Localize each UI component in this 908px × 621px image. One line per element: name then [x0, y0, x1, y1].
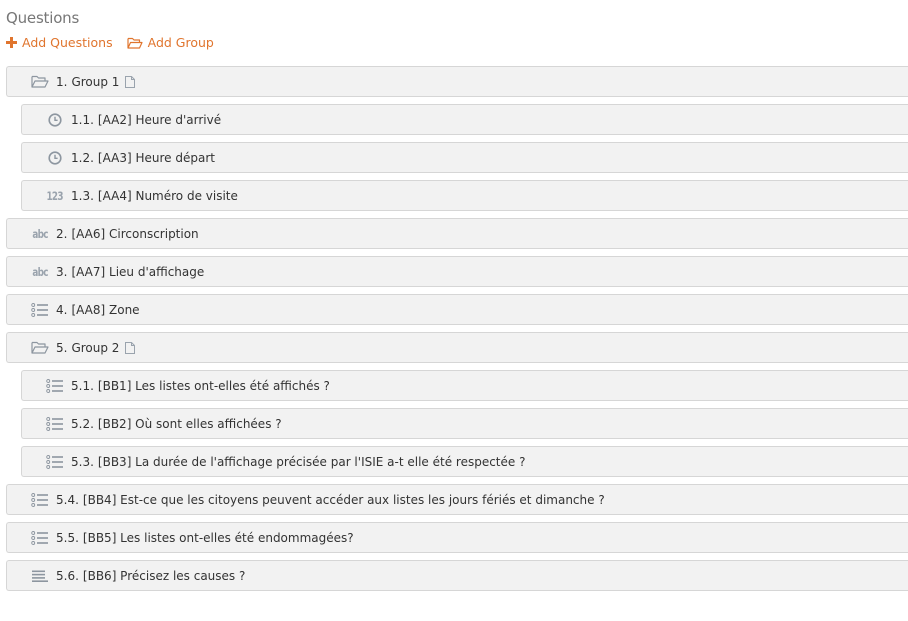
- list-icon: [44, 454, 66, 470]
- document-icon[interactable]: [125, 75, 136, 88]
- question-list: 1. Group 1 1.1. [AA2] Heure d'arrivé 1.2. [AA…: [6, 66, 908, 598]
- question-row[interactable]: 5.5. [BB5] Les listes ont-elles été endom…: [6, 522, 908, 553]
- item-number: 1.1.: [71, 112, 94, 127]
- item-number: 5.4.: [56, 492, 79, 507]
- question-row[interactable]: abc 2. [AA6] Circonscription: [6, 218, 908, 249]
- question-row[interactable]: 5.1. [BB1] Les listes ont-elles été affic…: [21, 370, 908, 401]
- item-number: 1.2.: [71, 150, 94, 165]
- text-icon-text: abc: [32, 264, 48, 279]
- folder-open-icon: [29, 340, 51, 356]
- list-icon: [44, 378, 66, 394]
- question-row[interactable]: 5.2. [BB2] Où sont elles affichées ?: [21, 408, 908, 439]
- question-row[interactable]: 5.6. [BB6] Précisez les causes ?: [6, 560, 908, 591]
- item-number: 5.5.: [56, 530, 79, 545]
- question-row[interactable]: 4. [AA8] Zone: [6, 294, 908, 325]
- text-icon: abc: [29, 264, 51, 280]
- item-label: Group 1: [71, 74, 120, 89]
- add-group-label: Add Group: [147, 35, 214, 50]
- item-number: 1.3.: [71, 188, 94, 203]
- number-icon-text: 123: [46, 188, 64, 203]
- item-label: [AA6] Circonscription: [71, 226, 199, 241]
- question-row[interactable]: 5.3. [BB3] La durée de l'affichage précis…: [21, 446, 908, 477]
- item-number: 4.: [56, 302, 68, 317]
- plus-icon: [6, 37, 17, 48]
- add-questions-button[interactable]: Add Questions: [6, 35, 113, 50]
- item-number: 3.: [56, 264, 68, 279]
- item-number: 5.3.: [71, 454, 94, 469]
- item-label: [BB6] Précisez les causes ?: [82, 568, 246, 583]
- item-number: 5.2.: [71, 416, 94, 431]
- item-number: 5.: [56, 340, 68, 355]
- question-row[interactable]: abc 3. [AA7] Lieu d'affichage: [6, 256, 908, 287]
- page-title: Questions: [6, 9, 80, 27]
- item-number: 1.: [56, 74, 68, 89]
- question-row[interactable]: 5.4. [BB4] Est-ce que les citoyens peuven…: [6, 484, 908, 515]
- item-label: Group 2: [71, 340, 120, 355]
- toolbar: Add Questions Add Group: [6, 35, 214, 50]
- list-icon: [29, 530, 51, 546]
- item-label: [BB2] Où sont elles affichées ?: [97, 416, 282, 431]
- list-icon: [29, 492, 51, 508]
- add-questions-label: Add Questions: [22, 35, 113, 50]
- item-label: [BB1] Les listes ont-elles été affichés …: [97, 378, 330, 393]
- number-icon: 123: [44, 188, 66, 204]
- clock-icon: [44, 112, 66, 128]
- document-icon[interactable]: [125, 341, 136, 354]
- group-row[interactable]: 1. Group 1: [6, 66, 908, 97]
- question-row[interactable]: 1.2. [AA3] Heure départ: [21, 142, 908, 173]
- list-icon: [44, 416, 66, 432]
- paragraph-icon: [29, 568, 51, 584]
- item-label: [AA2] Heure d'arrivé: [97, 112, 222, 127]
- add-group-button[interactable]: Add Group: [127, 35, 214, 50]
- list-icon: [29, 302, 51, 318]
- item-label: [BB3] La durée de l'affichage précisée p…: [97, 454, 526, 469]
- item-number: 5.1.: [71, 378, 94, 393]
- clock-icon: [44, 150, 66, 166]
- folder-open-icon: [29, 74, 51, 90]
- item-label: [AA7] Lieu d'affichage: [71, 264, 205, 279]
- question-row[interactable]: 1.1. [AA2] Heure d'arrivé: [21, 104, 908, 135]
- item-label: [BB5] Les listes ont-elles été endommagé…: [82, 530, 354, 545]
- item-label: [AA8] Zone: [71, 302, 140, 317]
- item-number: 5.6.: [56, 568, 79, 583]
- item-label: [AA4] Numéro de visite: [97, 188, 238, 203]
- item-label: [AA3] Heure départ: [97, 150, 215, 165]
- group-row[interactable]: 5. Group 2: [6, 332, 908, 363]
- item-number: 2.: [56, 226, 68, 241]
- item-label: [BB4] Est-ce que les citoyens peuvent ac…: [82, 492, 605, 507]
- text-icon: abc: [29, 226, 51, 242]
- folder-open-icon: [127, 37, 143, 49]
- question-row[interactable]: 123 1.3. [AA4] Numéro de visite: [21, 180, 908, 211]
- text-icon-text: abc: [32, 226, 48, 241]
